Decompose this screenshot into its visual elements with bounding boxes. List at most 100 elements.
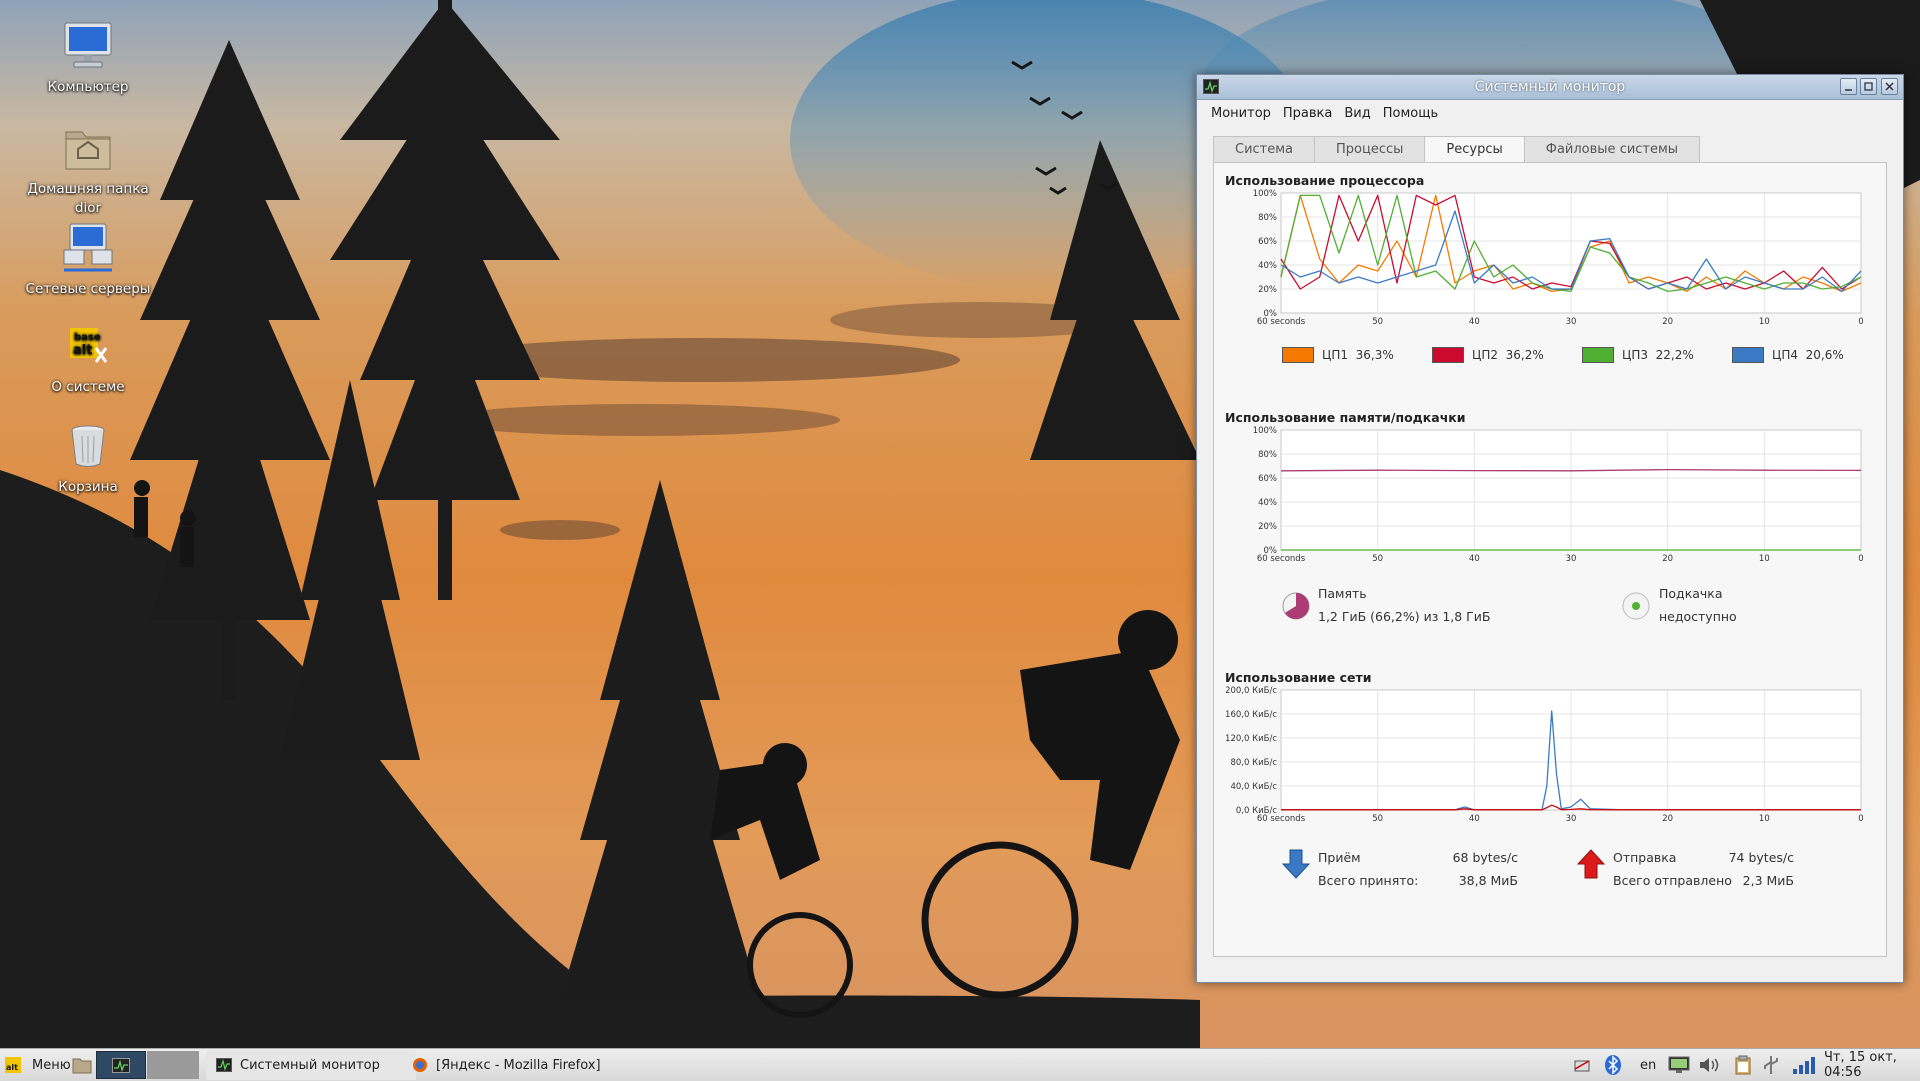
tab-system[interactable]: Система	[1213, 136, 1316, 163]
network-history-graph: 200,0 КиБ/с 160,0 КиБ/с 120,0 КиБ/с 80,0 Ки…	[1226, 686, 1864, 824]
desktop-icon-label: О системе	[51, 379, 125, 395]
menu-help[interactable]: Помощь	[1377, 106, 1444, 121]
cpu3-legend: ЦП3 22,2%	[1582, 347, 1694, 363]
desktop-icon-about-system[interactable]: base alt О системе	[18, 318, 158, 397]
menu-view[interactable]: Вид	[1338, 106, 1376, 121]
minimize-button[interactable]	[1840, 78, 1857, 95]
upload-arrow-icon[interactable]	[1576, 848, 1606, 880]
task-firefox[interactable]: [Яндекс - Mozilla Firefox]	[402, 1050, 702, 1080]
desktop-icon-computer[interactable]: Компьютер	[18, 18, 158, 97]
menu-monitor[interactable]: Монитор	[1205, 106, 1277, 121]
memory-pie-icon[interactable]	[1281, 591, 1311, 621]
folder-icon	[72, 1058, 92, 1074]
svg-text:alt: alt	[6, 1063, 18, 1072]
window-titlebar[interactable]: Системный монитор	[1197, 75, 1903, 100]
cpu1-value: 36,3%	[1355, 348, 1394, 362]
display-icon	[1668, 1056, 1690, 1073]
volume-tray-button[interactable]	[1698, 1049, 1720, 1081]
network-y-tick-label: 40,0 КиБ/с	[1230, 782, 1277, 792]
clipboard-tray-button[interactable]	[1734, 1049, 1752, 1081]
cpu-x-tick-label: 50	[1372, 317, 1383, 327]
close-button[interactable]	[1881, 78, 1898, 95]
tab-resources[interactable]: Ресурсы	[1424, 136, 1525, 164]
cpu2-value: 36,2%	[1505, 348, 1544, 362]
cpu3-value: 22,2%	[1655, 348, 1694, 362]
cpu4-color-swatch[interactable]	[1732, 347, 1764, 363]
display-tray-button[interactable]	[1668, 1049, 1690, 1081]
desktop-icon-home-folder[interactable]: Домашняя папка dior	[18, 120, 158, 218]
cpu4-value: 20,6%	[1805, 348, 1844, 362]
cpu-y-tick-label: 40%	[1258, 261, 1277, 271]
window-title: Системный монитор	[1474, 79, 1626, 95]
memory-section-title: Использование памяти/подкачки	[1225, 410, 1466, 425]
swap-pie-icon[interactable]	[1621, 591, 1651, 621]
download-arrow-icon[interactable]	[1281, 848, 1311, 880]
desktop-icon-trash[interactable]: Корзина	[18, 418, 158, 497]
tab-bar: Система Процессы Ресурсы Файловые систем…	[1213, 136, 1701, 164]
desktop-icon-label: Домашняя папка dior	[27, 181, 149, 216]
network-x-tick-label: 60 seconds	[1257, 814, 1306, 824]
signal-tray-button[interactable]	[1792, 1049, 1816, 1081]
cpu2-color-swatch[interactable]	[1432, 347, 1464, 363]
menu-edit[interactable]: Правка	[1277, 106, 1338, 121]
send-rate: 74 bytes/с	[1728, 850, 1794, 865]
receive-total: 38,8 МиБ	[1458, 873, 1518, 888]
memory-x-tick-label: 30	[1566, 554, 1577, 564]
file-manager-launcher[interactable]	[72, 1049, 92, 1081]
memory-y-tick-label: 20%	[1258, 522, 1277, 532]
bluetooth-tray-button[interactable]	[1604, 1049, 1622, 1081]
workspace-1[interactable]	[96, 1051, 146, 1079]
start-menu-label: Меню	[32, 1057, 71, 1073]
task-system-monitor[interactable]: Системный монитор	[206, 1050, 416, 1080]
desktop-icon-network-servers[interactable]: Сетевые серверы	[18, 220, 158, 299]
taskbar: alt Меню Системный монитор [Яндекс - Moz…	[0, 1048, 1920, 1081]
keyboard-layout-indicator[interactable]: en	[1640, 1049, 1656, 1081]
memory-value: 1,2 ГиБ (66,2%) из 1,8 ГиБ	[1318, 609, 1491, 624]
network-y-tick-label: 160,0 КиБ/с	[1226, 710, 1277, 720]
cpu-x-tick-label: 60 seconds	[1257, 317, 1306, 327]
maximize-icon	[1864, 82, 1873, 91]
memory-x-tick-label: 10	[1759, 554, 1770, 564]
trash-icon	[71, 425, 105, 467]
cpu-y-tick-label: 20%	[1258, 285, 1277, 295]
desktop-icon-label: Корзина	[58, 479, 118, 495]
cpu1-color-swatch[interactable]	[1282, 347, 1314, 363]
network-tray-button[interactable]	[1572, 1049, 1592, 1081]
minimize-icon	[1845, 89, 1852, 91]
home-folder-icon	[65, 131, 111, 170]
firefox-icon	[413, 1058, 427, 1072]
receive-label: Приём	[1318, 850, 1361, 865]
maximize-button[interactable]	[1860, 78, 1877, 95]
network-status-icon	[1574, 1060, 1590, 1072]
clock-label: Чт, 15 окт, 04:56	[1824, 1050, 1897, 1080]
cpu-y-tick-label: 60%	[1258, 237, 1277, 247]
network-x-tick-label: 30	[1566, 814, 1577, 824]
swap-value: недоступно	[1659, 609, 1737, 624]
cpu1-label: ЦП1	[1322, 348, 1348, 362]
cpu2-label: ЦП2	[1472, 348, 1498, 362]
cpu-x-tick-label: 0	[1858, 317, 1863, 327]
network-y-tick-label: 120,0 КиБ/с	[1226, 734, 1277, 744]
network-x-tick-label: 20	[1662, 814, 1673, 824]
cpu3-color-swatch[interactable]	[1582, 347, 1614, 363]
close-icon	[1885, 82, 1894, 91]
start-menu-button[interactable]: alt Меню	[4, 1049, 71, 1081]
task-label: Системный монитор	[240, 1057, 380, 1073]
cpu2-legend: ЦП2 36,2%	[1432, 347, 1544, 363]
cpu-y-tick-label: 80%	[1258, 213, 1277, 223]
tab-filesystems[interactable]: Файловые системы	[1523, 136, 1701, 163]
tab-processes[interactable]: Процессы	[1314, 136, 1426, 163]
clock[interactable]: Чт, 15 окт, 04:56	[1824, 1049, 1920, 1081]
network-y-tick-label: 80,0 КиБ/с	[1230, 758, 1277, 768]
send-total: 2,3 МиБ	[1742, 873, 1794, 888]
memory-y-tick-label: 60%	[1258, 474, 1277, 484]
usb-tray-button[interactable]	[1760, 1049, 1782, 1081]
workspace-2[interactable]	[147, 1051, 199, 1079]
cpu-section-title: Использование процессора	[1225, 173, 1425, 188]
cpu-y-tick-label: 100%	[1253, 189, 1277, 199]
bluetooth-icon	[1605, 1055, 1621, 1075]
base-alt-menu-icon: alt	[5, 1057, 21, 1073]
receive-rate: 68 bytes/с	[1452, 850, 1518, 865]
network-x-tick-label: 10	[1759, 814, 1770, 824]
system-monitor-icon	[216, 1058, 232, 1072]
